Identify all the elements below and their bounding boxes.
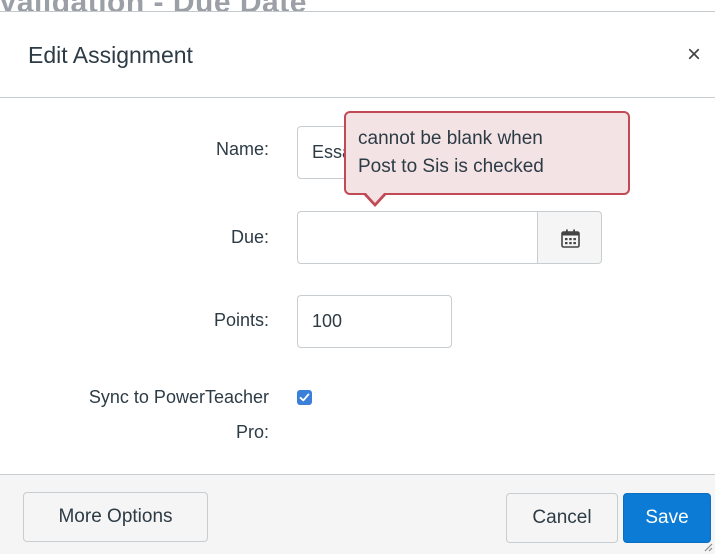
calendar-button[interactable] [537,211,602,264]
dialog-title: Edit Assignment [28,42,193,68]
due-label: Due: [230,227,269,247]
close-icon: × [686,41,701,68]
error-tooltip-line2: Post to Sis is checked [358,156,544,177]
more-options-button[interactable]: More Options [23,492,208,542]
cancel-button[interactable]: Cancel [506,493,618,543]
sync-label-line2: Pro: [235,422,269,442]
points-input[interactable] [297,295,452,348]
resize-grip-icon[interactable] [703,542,713,552]
error-tooltip-arrow-fill [365,192,385,203]
checkmark-icon [299,393,310,402]
sync-label-line1: Sync to PowerTeacher [88,387,269,407]
save-button[interactable]: Save [623,493,711,543]
sync-checkbox[interactable] [297,390,312,405]
calendar-icon [561,229,580,248]
dialog-footer: More Options Cancel Save [0,474,715,554]
dialog-header: Edit Assignment × [0,12,715,98]
due-date-input[interactable] [297,211,538,264]
close-button[interactable]: × [680,41,708,69]
error-tooltip-line1: cannot be blank when [358,128,543,149]
error-tooltip: cannot be blank when Post to Sis is chec… [344,111,630,195]
edit-assignment-dialog: Edit Assignment × Name: Due: Points: Syn… [0,12,715,554]
points-label: Points: [213,310,269,330]
name-label: Name: [215,139,269,159]
